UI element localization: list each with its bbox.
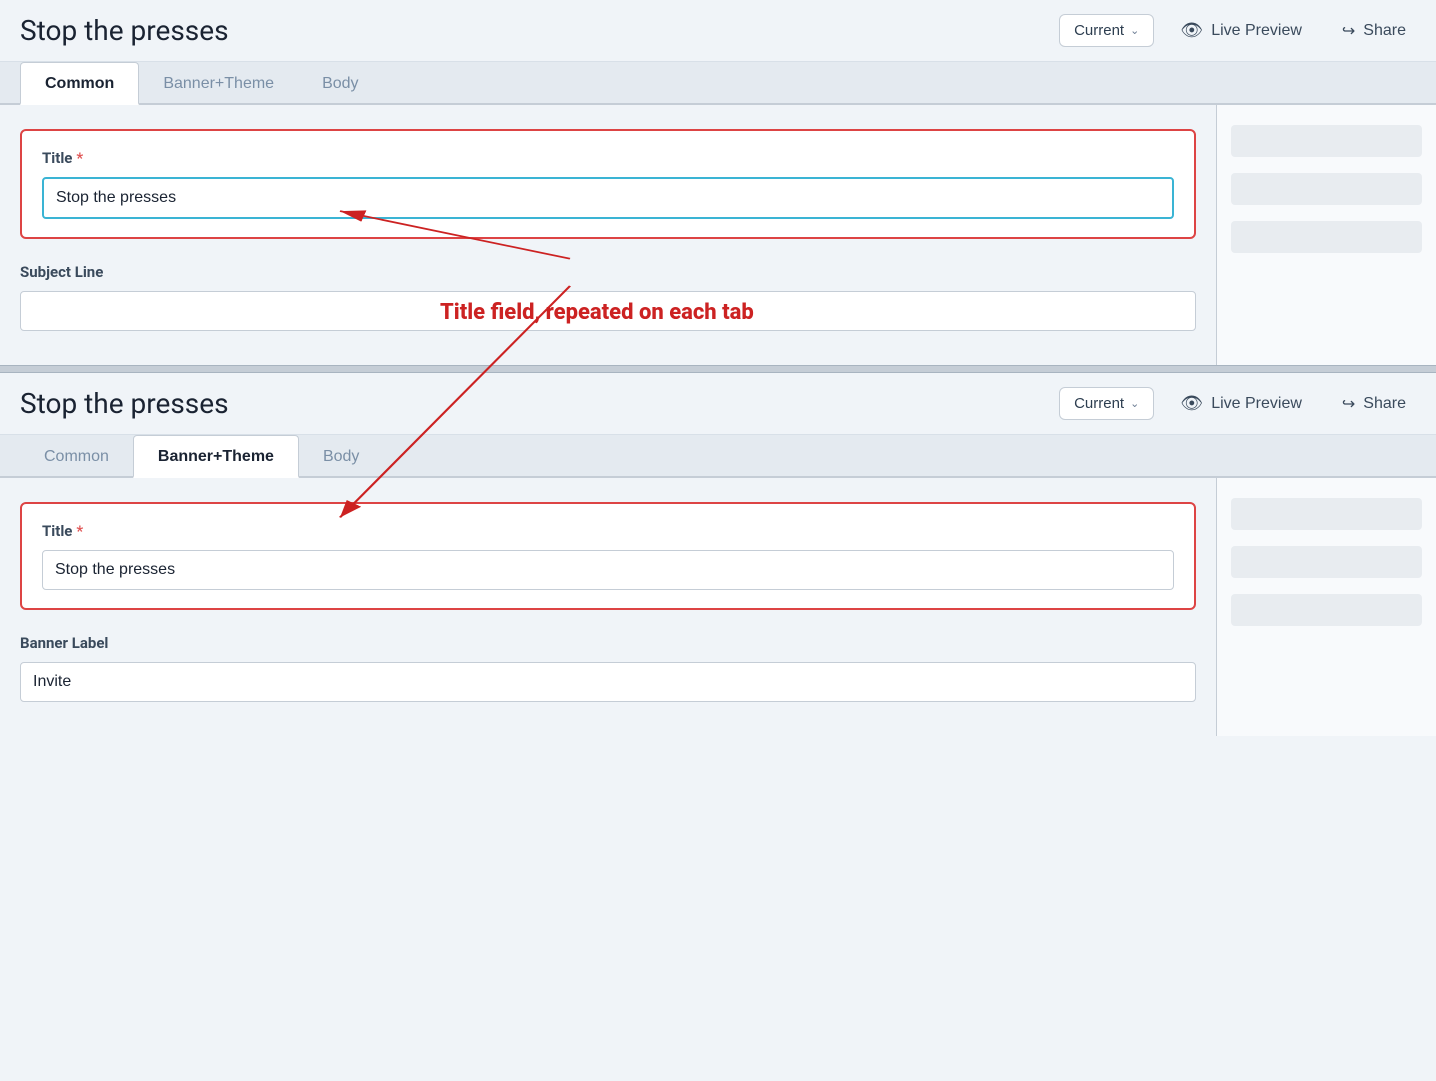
right-panel-1 bbox=[1216, 105, 1436, 365]
required-star-2: * bbox=[76, 522, 83, 540]
right-panel-item-2a bbox=[1231, 498, 1422, 530]
header-2: Stop the presses Current ⌄ 👁 Live Previe… bbox=[0, 373, 1436, 435]
dropdown-label-2: Current bbox=[1074, 395, 1124, 412]
tab-body-2[interactable]: Body bbox=[299, 436, 383, 478]
tab-body-1[interactable]: Body bbox=[298, 63, 382, 105]
right-panel-item-2b bbox=[1231, 546, 1422, 578]
title-input-1[interactable] bbox=[42, 177, 1174, 219]
content-1: Title * Subject Line bbox=[0, 105, 1436, 365]
title-input-2[interactable] bbox=[42, 550, 1174, 590]
share-icon-2: ↪ bbox=[1342, 394, 1355, 414]
share-label-1: Share bbox=[1363, 22, 1406, 40]
live-preview-label-2: Live Preview bbox=[1211, 395, 1302, 413]
tab-bar-1: Common Banner+Theme Body bbox=[0, 62, 1436, 105]
main-content-1: Title * Subject Line bbox=[0, 105, 1216, 365]
panel-1: Stop the presses Current ⌄ 👁 Live Previe… bbox=[0, 0, 1436, 365]
live-preview-button-1[interactable]: 👁 Live Preview bbox=[1170, 14, 1312, 47]
share-button-2[interactable]: ↪ Share bbox=[1332, 388, 1416, 420]
main-content-2: Title * Banner Label bbox=[0, 478, 1216, 736]
banner-label-2: Banner Label bbox=[20, 634, 1196, 652]
subject-label-1: Subject Line bbox=[20, 263, 1196, 281]
tab-banner-theme-1[interactable]: Banner+Theme bbox=[139, 63, 298, 105]
chevron-down-icon-1: ⌄ bbox=[1130, 24, 1139, 37]
banner-input-2[interactable] bbox=[20, 662, 1196, 702]
eye-icon-1: 👁 bbox=[1180, 20, 1203, 41]
eye-icon-2: 👁 bbox=[1180, 393, 1203, 414]
subject-input-1[interactable] bbox=[20, 291, 1196, 331]
tab-common-1[interactable]: Common bbox=[20, 62, 139, 105]
header-actions-1: 👁 Live Preview ↪ Share bbox=[1170, 14, 1416, 47]
right-panel-item-1c bbox=[1231, 221, 1422, 253]
page-title-2: Stop the presses bbox=[20, 387, 1043, 420]
share-icon-1: ↪ bbox=[1342, 21, 1355, 41]
tab-bar-2: Common Banner+Theme Body bbox=[0, 435, 1436, 478]
share-button-1[interactable]: ↪ Share bbox=[1332, 15, 1416, 47]
page-title-1: Stop the presses bbox=[20, 14, 1043, 47]
version-dropdown-1[interactable]: Current ⌄ bbox=[1059, 14, 1154, 47]
tab-common-2[interactable]: Common bbox=[20, 436, 133, 478]
required-star-1: * bbox=[76, 149, 83, 167]
panel-2: Stop the presses Current ⌄ 👁 Live Previe… bbox=[0, 373, 1436, 736]
version-dropdown-2[interactable]: Current ⌄ bbox=[1059, 387, 1154, 420]
panel-divider bbox=[0, 365, 1436, 373]
header-1: Stop the presses Current ⌄ 👁 Live Previe… bbox=[0, 0, 1436, 62]
right-panel-item-1b bbox=[1231, 173, 1422, 205]
title-section-2: Title * bbox=[20, 502, 1196, 610]
banner-section-2: Banner Label bbox=[20, 634, 1196, 702]
dropdown-label-1: Current bbox=[1074, 22, 1124, 39]
tab-banner-theme-2[interactable]: Banner+Theme bbox=[133, 435, 299, 478]
right-panel-2 bbox=[1216, 478, 1436, 736]
right-panel-item-1a bbox=[1231, 125, 1422, 157]
content-2: Title * Banner Label bbox=[0, 478, 1436, 736]
header-actions-2: 👁 Live Preview ↪ Share bbox=[1170, 387, 1416, 420]
title-label-1: Title * bbox=[42, 149, 1174, 167]
share-label-2: Share bbox=[1363, 395, 1406, 413]
title-section-1: Title * bbox=[20, 129, 1196, 239]
title-label-2: Title * bbox=[42, 522, 1174, 540]
live-preview-label-1: Live Preview bbox=[1211, 22, 1302, 40]
chevron-down-icon-2: ⌄ bbox=[1130, 397, 1139, 410]
panels-wrapper: Stop the presses Current ⌄ 👁 Live Previe… bbox=[0, 0, 1436, 736]
live-preview-button-2[interactable]: 👁 Live Preview bbox=[1170, 387, 1312, 420]
right-panel-item-2c bbox=[1231, 594, 1422, 626]
subject-section-1: Subject Line bbox=[20, 263, 1196, 331]
